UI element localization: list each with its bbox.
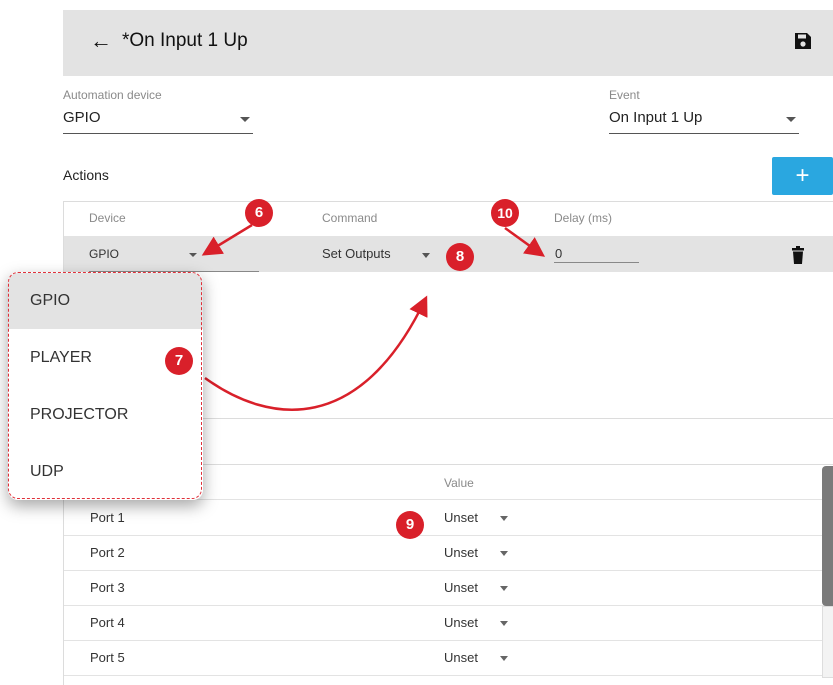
callout-badge-9: 9	[396, 511, 424, 539]
menu-highlight-border	[8, 272, 202, 499]
callout-arrow	[201, 223, 253, 256]
callout-badge-7: 7	[165, 347, 193, 375]
callout-badge-6: 6	[245, 199, 273, 227]
callout-badge-8: 8	[446, 243, 474, 271]
callout-arrow	[504, 226, 546, 257]
callout-badge-10: 10	[491, 199, 519, 227]
callout-arrow	[204, 295, 428, 411]
